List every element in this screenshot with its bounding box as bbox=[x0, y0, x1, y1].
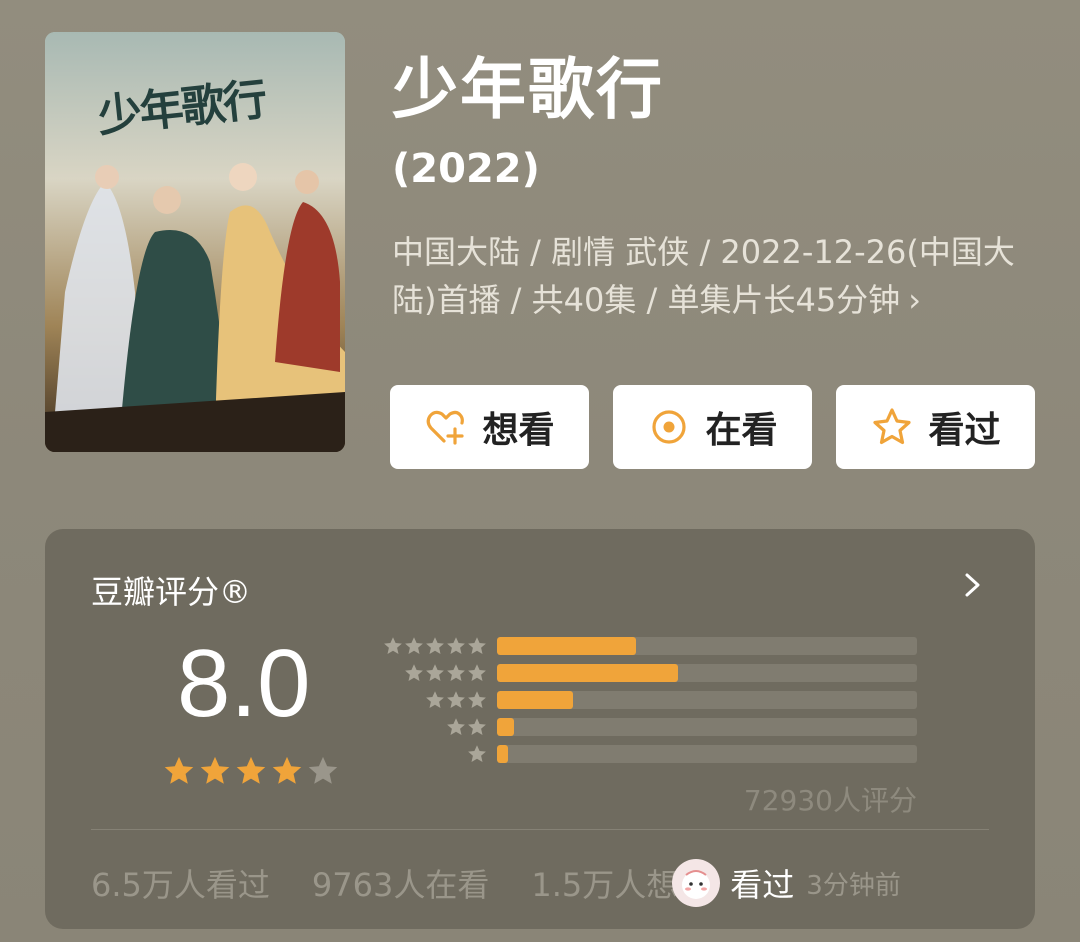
star-filled-icon bbox=[272, 756, 302, 784]
small-star-icon bbox=[468, 664, 486, 681]
small-star-icon bbox=[468, 745, 486, 762]
want-to-watch-button[interactable]: 想看 bbox=[390, 385, 589, 469]
distribution-stars bbox=[383, 636, 487, 656]
page-title: 少年歌行 bbox=[392, 51, 664, 128]
rating-card[interactable]: 豆瓣评分® 8.0 72930人评分 6.5万人看过 9763人在看 1.5万人… bbox=[45, 529, 1035, 929]
release-year: (2022) bbox=[392, 146, 540, 192]
distribution-row-2-star bbox=[377, 714, 937, 741]
watched-button[interactable]: 看过 bbox=[836, 385, 1035, 469]
want-to-watch-label: 想看 bbox=[482, 410, 555, 451]
friend-avatar-icon bbox=[682, 870, 711, 899]
divider bbox=[91, 829, 989, 830]
raters-count: 72930人评分 bbox=[743, 784, 917, 817]
circle-dot-icon bbox=[652, 410, 687, 444]
poster-image[interactable]: 少年歌行 bbox=[45, 32, 345, 452]
distribution-bar-fill bbox=[497, 637, 636, 655]
distribution-row-3-star bbox=[377, 687, 937, 714]
rating-stars bbox=[163, 755, 339, 787]
distribution-row-1-star bbox=[377, 741, 937, 768]
small-star-icon bbox=[426, 637, 444, 654]
small-star-icon bbox=[447, 664, 465, 681]
small-star-icon bbox=[426, 664, 444, 681]
distribution-bar-track bbox=[497, 691, 917, 709]
rating-title: 豆瓣评分® bbox=[91, 573, 252, 611]
distribution-row-5-star bbox=[377, 633, 937, 660]
meta-arrow-icon: › bbox=[908, 281, 921, 319]
distribution-bar-fill bbox=[497, 718, 514, 736]
distribution-stars bbox=[446, 717, 487, 737]
star-filled-icon bbox=[164, 756, 194, 784]
distribution-stars bbox=[425, 690, 487, 710]
star-empty-icon bbox=[308, 756, 338, 784]
small-star-icon bbox=[447, 637, 465, 654]
distribution-bar-track bbox=[497, 745, 917, 763]
small-star-icon bbox=[468, 718, 486, 735]
friend-action: 看过 bbox=[730, 866, 795, 904]
distribution-stars bbox=[467, 744, 487, 764]
small-star-icon bbox=[384, 637, 402, 654]
distribution-bar-track bbox=[497, 637, 917, 655]
want-count: 1.5万人想 bbox=[531, 866, 679, 904]
distribution-bar-fill bbox=[497, 691, 573, 709]
watching-label: 在看 bbox=[705, 410, 778, 451]
distribution-bar-fill bbox=[497, 745, 508, 763]
distribution-stars bbox=[404, 663, 487, 683]
meta-info[interactable]: 中国大陆 / 剧情 武侠 / 2022-12-26(中国大陆)首播 / 共40集… bbox=[392, 228, 1042, 324]
distribution-row-4-star bbox=[377, 660, 937, 687]
watching-button[interactable]: 在看 bbox=[613, 385, 812, 469]
chevron-right-icon[interactable] bbox=[961, 569, 985, 601]
action-buttons: 想看 在看 看过 bbox=[390, 385, 1035, 469]
star-filled-icon bbox=[236, 756, 266, 784]
heart-plus-icon bbox=[427, 410, 465, 445]
star-outline-icon bbox=[873, 408, 912, 445]
small-star-icon bbox=[447, 718, 465, 735]
friend-time: 3分钟前 bbox=[806, 870, 901, 901]
distribution-bar-fill bbox=[497, 664, 678, 682]
small-star-icon bbox=[468, 691, 486, 708]
watched-label: 看过 bbox=[928, 410, 1001, 451]
small-star-icon bbox=[468, 637, 486, 654]
watching-count: 9763人在看 bbox=[311, 866, 490, 904]
rating-distribution bbox=[377, 633, 937, 768]
small-star-icon bbox=[405, 637, 423, 654]
watched-count: 6.5万人看过 bbox=[91, 866, 270, 904]
watch-stats: 6.5万人看过 9763人在看 1.5万人想 看过 3分钟前 bbox=[91, 859, 901, 907]
rating-score: 8.0 bbox=[177, 630, 311, 737]
avatar[interactable] bbox=[672, 859, 721, 907]
star-filled-icon bbox=[200, 756, 230, 784]
distribution-bar-track bbox=[497, 718, 917, 736]
small-star-icon bbox=[405, 664, 423, 681]
small-star-icon bbox=[447, 691, 465, 708]
small-star-icon bbox=[426, 691, 444, 708]
meta-text: 中国大陆 / 剧情 武侠 / 2022-12-26(中国大陆)首播 / 共40集… bbox=[392, 233, 1015, 319]
distribution-bar-track bbox=[497, 664, 917, 682]
